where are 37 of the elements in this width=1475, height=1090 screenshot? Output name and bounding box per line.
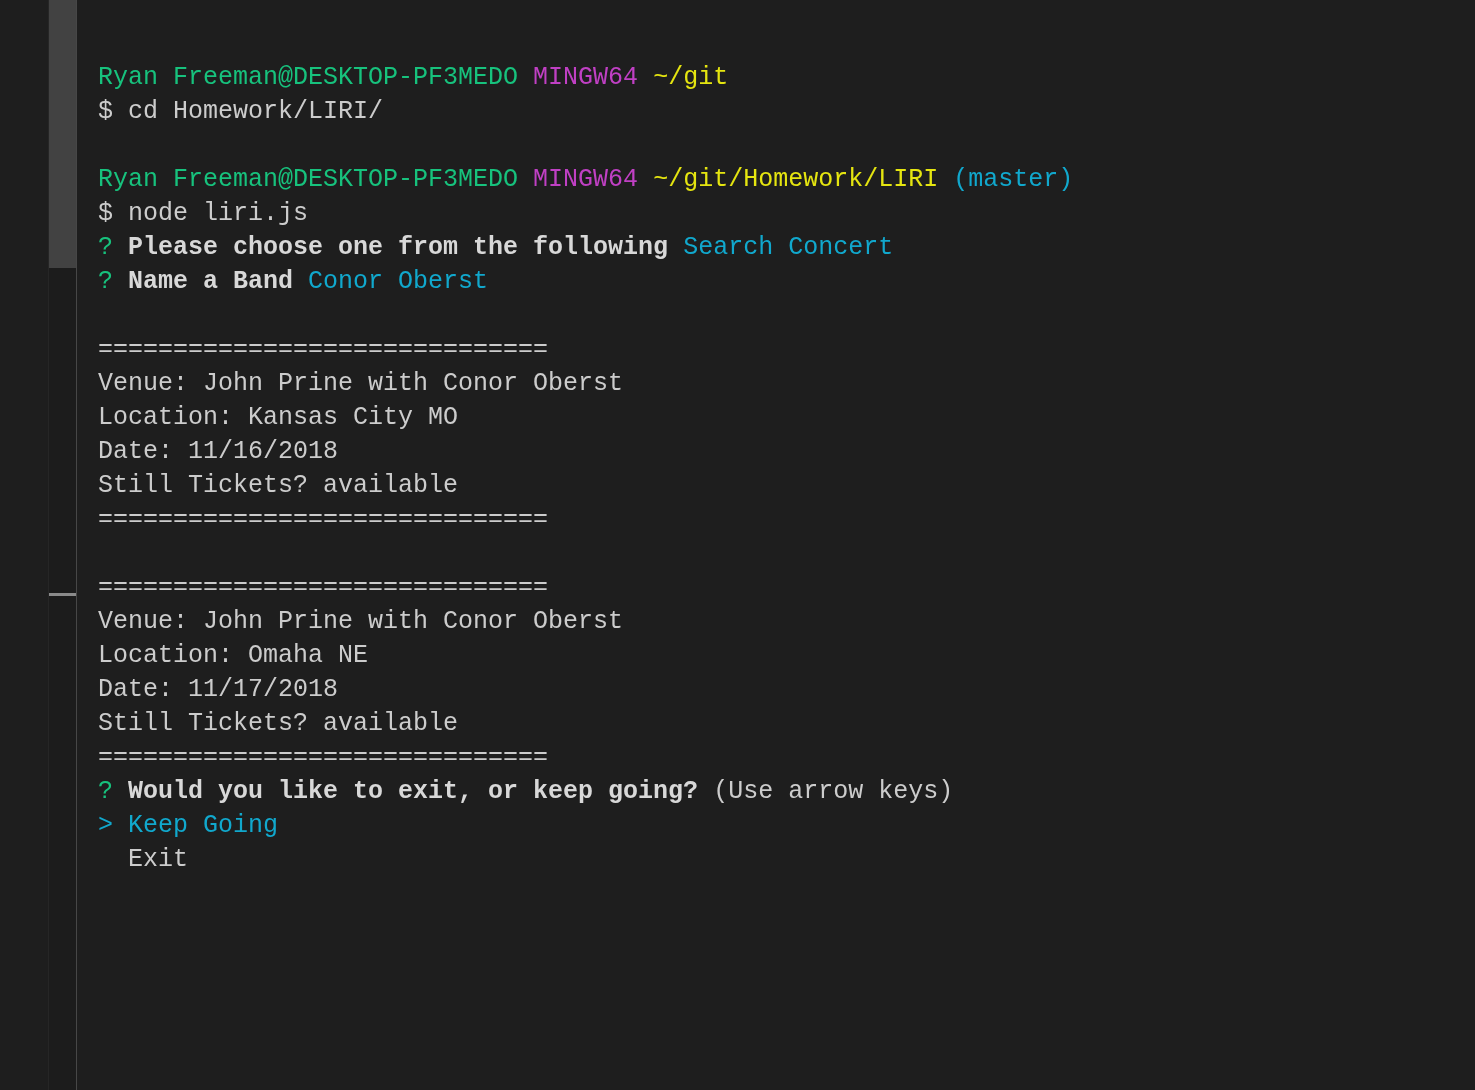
output-line: Date: 11/16/2018 xyxy=(98,437,339,466)
output-line: Venue: John Prine with Conor Oberst xyxy=(98,607,624,636)
output-line: Location: Omaha NE xyxy=(98,641,369,670)
question-prefix: ? xyxy=(98,777,113,806)
prompt-branch: (master) xyxy=(953,165,1074,194)
prompt-path: ~/git xyxy=(653,63,729,92)
prompt-system-name: MINGW64 xyxy=(533,63,639,92)
prompt-user-host: Ryan Freeman@DESKTOP-PF3MEDO xyxy=(98,63,519,92)
question-prefix: ? xyxy=(98,267,113,296)
output-line: Location: Kansas City MO xyxy=(98,403,459,432)
output-line: Still Tickets? available xyxy=(98,471,459,500)
scrollbar-thumb[interactable] xyxy=(49,0,76,268)
pointer-symbol: > xyxy=(98,811,113,840)
separator-text: ============================== xyxy=(98,573,549,602)
prompt-symbol: $ xyxy=(98,199,113,228)
command-text: cd Homework/LIRI/ xyxy=(128,97,384,126)
question-text: Name a Band xyxy=(128,267,294,296)
hint-text: (Use arrow keys) xyxy=(713,777,954,806)
output-line: Still Tickets? available xyxy=(98,709,459,738)
prompt-system-name: MINGW64 xyxy=(533,165,639,194)
prompt-user-host: Ryan Freeman@DESKTOP-PF3MEDO xyxy=(98,165,519,194)
separator-text: ============================== xyxy=(98,335,549,364)
answer-text: Conor Oberst xyxy=(308,267,489,296)
question-text: Would you like to exit, or keep going? xyxy=(128,777,699,806)
output-line: Date: 11/17/2018 xyxy=(98,675,339,704)
menu-option[interactable]: Exit xyxy=(128,845,188,874)
menu-option[interactable]: Keep Going xyxy=(128,811,279,840)
scroll-marker xyxy=(49,593,76,596)
question-text: Please choose one from the following xyxy=(128,233,669,262)
answer-text: Search Concert xyxy=(683,233,894,262)
prompt-path: ~/git/Homework/LIRI xyxy=(653,165,939,194)
separator-text: ============================== xyxy=(98,743,549,772)
question-prefix: ? xyxy=(98,233,113,262)
output-line: Venue: John Prine with Conor Oberst xyxy=(98,369,624,398)
prompt-symbol: $ xyxy=(98,97,113,126)
separator-text: ============================== xyxy=(98,505,549,534)
command-text: node liri.js xyxy=(128,199,309,228)
